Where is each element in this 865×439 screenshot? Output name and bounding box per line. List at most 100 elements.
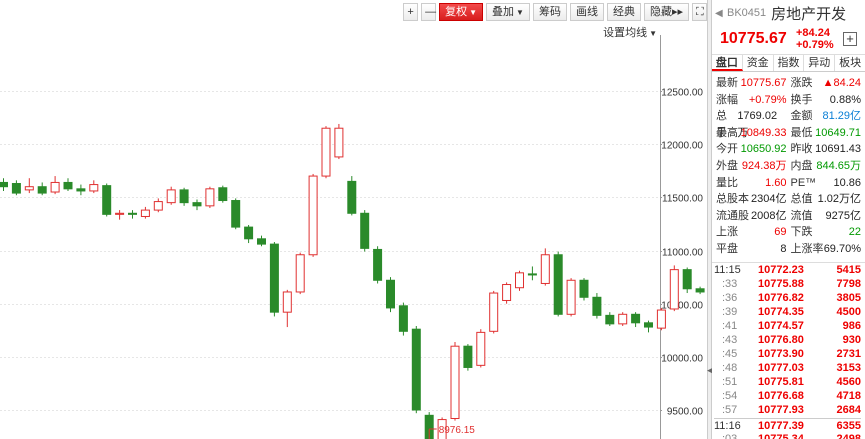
price-row: 10775.67 +84.24 +0.79% + <box>712 26 865 52</box>
stat-value: 844.65万 <box>816 159 861 172</box>
chip-button[interactable]: 筹码 <box>532 3 567 21</box>
zoom-in-button[interactable]: + <box>403 3 419 21</box>
tick-list[interactable]: 11:15 10772.23 5415:33 10775.88 7798:36 10776… <box>712 263 865 439</box>
tick-row: :45 10773.90 2731 <box>714 347 861 361</box>
kline-chart-pane[interactable]: 12500.00 12000.00 11500.00 11000.00 10500.00… <box>0 0 707 439</box>
stat-cell: 最新 10775.67 <box>714 75 789 92</box>
stat-value: 81.29亿 <box>822 110 861 123</box>
candle-body <box>257 238 266 245</box>
tick-volume: 986 <box>842 319 861 332</box>
fullscreen-icon[interactable]: ⛶ <box>692 3 707 21</box>
stat-value: 1769.02万 <box>737 110 778 139</box>
tick-price: 10775.81 <box>758 375 804 388</box>
add-watchlist-button[interactable]: + <box>843 32 857 46</box>
tick-row: :39 10774.35 4500 <box>714 305 861 319</box>
tick-time: :36 <box>722 291 738 304</box>
stat-label: 内盘 <box>790 159 813 172</box>
candle-body <box>347 180 357 214</box>
stat-label: 昨收 <box>790 143 813 156</box>
draw-line-button[interactable]: 画线 <box>569 3 604 21</box>
fuquan-button[interactable]: 复权 ▼ <box>439 3 484 21</box>
candle-body <box>115 212 125 215</box>
stat-cell: 流通股 2008亿 <box>714 208 789 225</box>
tick-volume: 7798 <box>836 277 861 290</box>
kline-plot[interactable]: 12500.00 12000.00 11500.00 11000.00 10500.00… <box>0 0 707 439</box>
stat-value: 924.38万 <box>741 159 787 172</box>
tick-volume: 3805 <box>836 291 861 304</box>
tab-pankou[interactable]: 盘口 <box>712 55 743 71</box>
tab-bankuai[interactable]: 板块 <box>835 55 865 71</box>
y-tick-label: 11500.00 <box>662 194 703 205</box>
stat-cell: 上涨率 69.70% <box>789 241 864 258</box>
tick-time: :39 <box>722 305 738 318</box>
stat-label: 量比 <box>716 176 738 189</box>
candle-body <box>398 305 408 332</box>
stat-row: 涨幅 +0.79% 换手 0.88% <box>714 92 863 109</box>
candle-body <box>295 254 305 293</box>
stat-label: 最低 <box>790 126 813 139</box>
stat-cell: 换手 0.88% <box>789 92 864 109</box>
quote-header: ◀ BK0451 房地产开发 <box>712 0 865 26</box>
stat-label: 今开 <box>716 143 738 156</box>
stat-cell: 涨跌 ▲84.24 <box>789 75 864 92</box>
tick-volume: 5415 <box>836 263 861 276</box>
tick-volume: 4560 <box>836 375 861 388</box>
ma-setting-dropdown[interactable]: 设置均线 ▼ <box>603 24 657 40</box>
candle-body <box>540 254 550 284</box>
stat-value: 10.86 <box>833 176 861 189</box>
stat-row: 总股本 2304亿 总值 1.02万亿 <box>714 191 863 208</box>
tick-time: :03 <box>722 432 738 439</box>
chevron-down-icon: ▼ <box>516 8 524 17</box>
prev-arrow-icon[interactable]: ◀ <box>715 8 727 19</box>
tick-row: :54 10776.68 4718 <box>714 389 861 403</box>
stat-cell: 总手 1769.02万 <box>714 108 789 139</box>
candle-body <box>153 201 163 211</box>
chevron-down-icon: ▼ <box>469 8 478 17</box>
hide-button[interactable]: 隐藏▸▸ <box>643 3 689 21</box>
tick-time: :43 <box>722 333 738 346</box>
tick-volume: 2731 <box>836 347 861 360</box>
overlay-label: 叠加 <box>492 6 515 18</box>
candle-body <box>695 288 705 293</box>
tick-time: 11:16 <box>714 419 741 432</box>
y-tick-label: 10000.00 <box>661 354 703 365</box>
stat-cell: 昨收 10691.43 <box>789 141 864 158</box>
tab-yidong[interactable]: 异动 <box>804 55 836 71</box>
stat-row: 平盘 8 上涨率 69.70% <box>714 241 863 258</box>
candle-body <box>24 186 34 191</box>
stat-cell: 最高 10849.33 <box>714 125 789 142</box>
overlay-button[interactable]: 叠加 ▼ <box>486 3 530 21</box>
candle-body <box>218 187 228 202</box>
stat-value: 0.88% <box>829 93 861 106</box>
tick-time: :51 <box>722 375 738 388</box>
candle-body <box>476 331 486 366</box>
candle-body <box>192 202 202 207</box>
candle-body <box>631 313 641 324</box>
stat-value: +0.79% <box>748 93 787 106</box>
classic-button[interactable]: 经典 <box>606 3 641 21</box>
tab-zhishu[interactable]: 指数 <box>774 55 805 71</box>
stat-value: 10775.67 <box>740 77 787 89</box>
tab-zijin[interactable]: 资金 <box>743 55 774 71</box>
tick-time: :48 <box>722 361 738 374</box>
zoom-out-button[interactable]: — <box>421 3 437 21</box>
tick-row: :03 10775.34 2498 <box>714 432 861 439</box>
min-value-label: 8976.15 <box>439 425 476 436</box>
quote-panel: ◀ BK0451 房地产开发 10775.67 +84.24 +0.79% + … <box>712 0 865 439</box>
candle-body <box>502 284 512 301</box>
tick-price: 10774.35 <box>758 305 804 318</box>
stat-value: 1.60 <box>765 176 787 189</box>
stat-label: 涨跌 <box>790 77 813 89</box>
tick-price: 10773.90 <box>758 347 804 360</box>
stat-cell: 内盘 844.65万 <box>789 158 864 175</box>
candle-body <box>50 181 60 193</box>
tick-volume: 4500 <box>836 305 861 318</box>
candle-body <box>205 188 215 207</box>
stat-value: 8 <box>780 242 787 255</box>
stat-cell: 量比 1.60 <box>714 175 789 192</box>
tick-time: :45 <box>722 347 738 360</box>
tick-volume: 6355 <box>836 419 861 432</box>
candle-body <box>140 209 150 217</box>
candle-body <box>282 291 292 313</box>
stat-value: ▲84.24 <box>822 77 861 89</box>
